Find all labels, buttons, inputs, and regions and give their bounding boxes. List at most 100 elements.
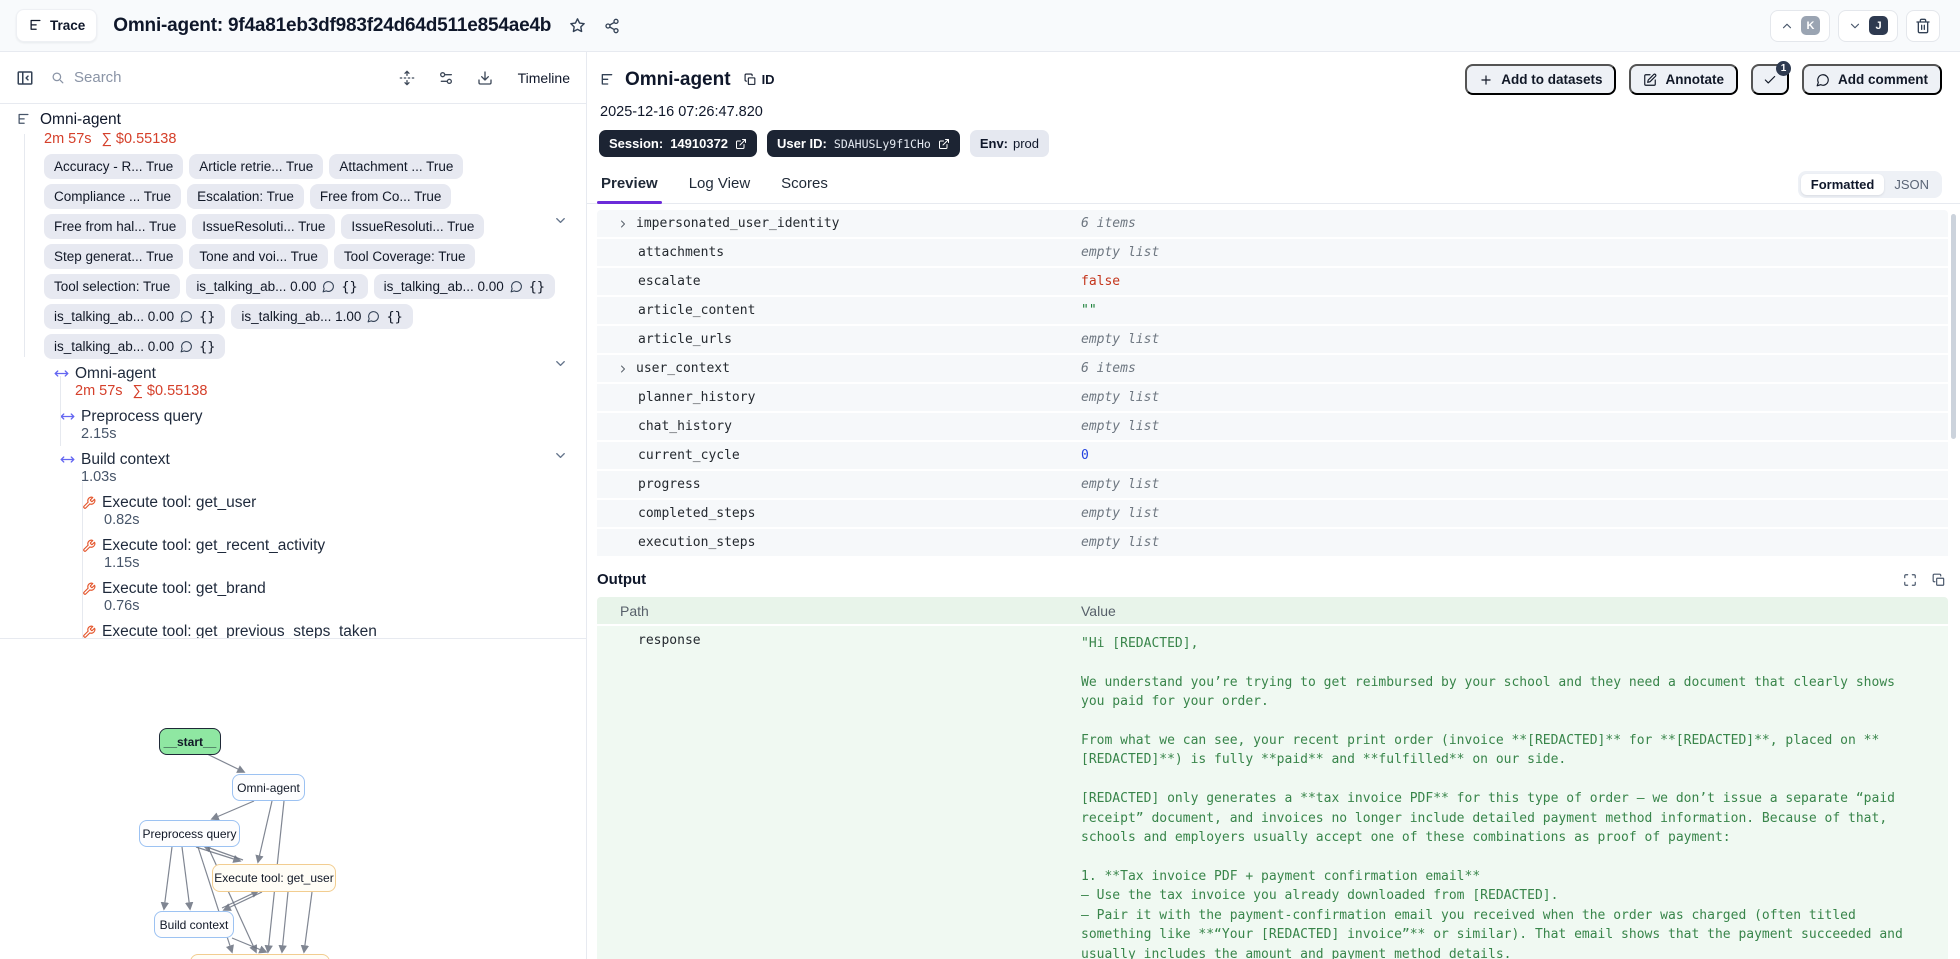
score-badge-row: Accuracy - R... True Article retrie... Tr…	[44, 154, 586, 179]
score-badge[interactable]: is_talking_ab... 1.00 {}	[231, 304, 413, 329]
score-badge[interactable]: Step generat... True	[44, 244, 184, 269]
kv-row[interactable]: impersonated_user_identity 6 items	[597, 210, 1948, 239]
tree-span-item[interactable]: Execute tool: get_user 0.82s	[16, 493, 586, 529]
filter-settings-icon[interactable]	[438, 70, 454, 86]
tree-span-row[interactable]: Execute tool: get_brand	[82, 579, 586, 598]
tree-span-row[interactable]: Build context	[60, 450, 586, 469]
tree-root-row[interactable]: Omni-agent	[16, 110, 586, 129]
tree-span-row[interactable]: Execute tool: get_recent_activity	[82, 536, 586, 555]
kv-key-text: progress	[638, 477, 701, 492]
graph-node-preprocess-query[interactable]: Preprocess query	[139, 820, 240, 847]
add-comment-label: Add comment	[1837, 72, 1928, 87]
collapse-chevron-icon[interactable]	[553, 448, 568, 463]
copy-id-button[interactable]: ID	[744, 72, 775, 87]
preview-scroll-area[interactable]: impersonated_user_identity 6 items attachm…	[587, 204, 1960, 959]
tree-span-item[interactable]: Build context 1.03s	[16, 450, 586, 486]
navigate-up-button[interactable]: K	[1770, 9, 1830, 42]
graph-node-execute-tool-get-user[interactable]: Execute tool: get_user	[212, 864, 336, 892]
score-badge[interactable]: Compliance ... True	[44, 184, 182, 209]
wrench-icon	[82, 625, 96, 639]
download-icon[interactable]	[477, 70, 493, 86]
search-input[interactable]: Search	[50, 69, 122, 86]
tab-preview[interactable]: Preview	[597, 175, 662, 204]
kv-key: chat_history	[597, 419, 1081, 434]
expand-all-icon[interactable]	[399, 70, 415, 86]
id-label: ID	[761, 72, 775, 87]
score-badge-row: is_talking_ab... 0.00{} is_talking_ab... …	[44, 304, 586, 329]
kv-key-text: attachments	[638, 245, 725, 260]
annotation-queue-button[interactable]: 1	[1750, 61, 1791, 95]
trace-title: Omni-agent: 9f4a81eb3df983f24d64d511e854…	[113, 14, 552, 36]
kv-row[interactable]: attachments empty list	[597, 239, 1948, 268]
sidebar-toolbar: Search Timeline	[0, 52, 586, 104]
json-toggle-option[interactable]: JSON	[1884, 174, 1939, 195]
score-badge[interactable]: Accuracy - R... True	[44, 154, 184, 179]
star-icon[interactable]	[569, 17, 586, 34]
output-response-row[interactable]: response "Hi [REDACTED], We understand y…	[597, 626, 1948, 959]
tab-scores[interactable]: Scores	[779, 175, 830, 203]
annotate-button[interactable]: Annotate	[1629, 64, 1738, 95]
score-badge[interactable]: Escalation: True	[187, 184, 304, 209]
tab-log-view[interactable]: Log View	[687, 175, 752, 203]
add-to-datasets-button[interactable]: Add to datasets	[1465, 64, 1617, 95]
comment-icon	[510, 280, 523, 293]
score-badge[interactable]: Article retrie... True	[189, 154, 324, 179]
kv-row[interactable]: progress empty list	[597, 471, 1948, 500]
tree-span-item[interactable]: Execute tool: get_brand 0.76s	[16, 579, 586, 615]
tree-guide-line	[60, 376, 61, 446]
navigate-down-button[interactable]: J	[1838, 9, 1898, 42]
graph-node[interactable]	[190, 954, 330, 959]
scrollbar-thumb[interactable]	[1951, 214, 1956, 439]
tree-span-item[interactable]: Omni-agent 2m 57s ∑ $0.55138	[16, 364, 586, 400]
tree-span-row[interactable]: Execute tool: get_user	[82, 493, 586, 512]
formatted-toggle-option[interactable]: Formatted	[1800, 174, 1885, 195]
score-badge-text: Article retrie... True	[199, 159, 314, 174]
tree-span-row[interactable]: Execute tool: get_previous_steps_taken	[82, 622, 586, 639]
kv-row[interactable]: planner_history empty list	[597, 384, 1948, 413]
score-badge[interactable]: is_talking_ab... 0.00 {}	[44, 304, 226, 329]
session-badge[interactable]: Session: 14910372	[599, 130, 758, 157]
expand-icon[interactable]	[1903, 573, 1917, 587]
chevron-right-icon[interactable]	[617, 363, 629, 375]
score-badge[interactable]: Tool Coverage: True	[333, 244, 476, 269]
score-badge[interactable]: is_talking_ab... 0.00 {}	[186, 274, 368, 299]
user-id-badge[interactable]: User ID: SDAHUSLy9f1CHo	[767, 130, 960, 157]
graph-node-build-context[interactable]: Build context	[154, 911, 234, 938]
tree-span-label: Execute tool: get_previous_steps_taken	[102, 622, 377, 639]
tree-span-item[interactable]: Execute tool: get_recent_activity 1.15s	[16, 536, 586, 572]
collapse-panel-icon[interactable]	[16, 69, 34, 87]
chevron-right-icon[interactable]	[617, 218, 629, 230]
score-badge[interactable]: IssueResoluti... True	[192, 214, 336, 239]
kv-row[interactable]: current_cycle 0	[597, 442, 1948, 471]
graph-node--start-[interactable]: __start__	[159, 728, 221, 755]
graph-node-omni-agent[interactable]: Omni-agent	[232, 774, 305, 801]
score-badge[interactable]: Attachment ... True	[329, 154, 464, 179]
score-badge[interactable]: Tone and voi... True	[189, 244, 328, 269]
tree-span-row[interactable]: Omni-agent	[54, 364, 586, 383]
delete-trace-button[interactable]	[1906, 9, 1940, 42]
add-comment-button[interactable]: Add comment	[1801, 64, 1942, 95]
tree-span-item[interactable]: Preprocess query 2.15s	[16, 407, 586, 443]
timeline-toggle[interactable]: Timeline	[518, 70, 570, 86]
score-badge[interactable]: Free from hal... True	[44, 214, 187, 239]
kv-row[interactable]: escalate false	[597, 268, 1948, 297]
kv-row[interactable]: article_urls empty list	[597, 326, 1948, 355]
score-badge[interactable]: IssueResoluti... True	[341, 214, 485, 239]
score-badge[interactable]: is_talking_ab... 0.00 {}	[373, 274, 556, 299]
score-badge-text: Attachment ... True	[339, 159, 454, 174]
score-badge[interactable]: Tool selection: True	[44, 274, 181, 299]
kv-row[interactable]: article_content ""	[597, 297, 1948, 326]
collapse-chevron-icon[interactable]	[553, 213, 568, 228]
kv-row[interactable]: chat_history empty list	[597, 413, 1948, 442]
score-badge[interactable]: is_talking_ab... 0.00 {}	[44, 334, 226, 359]
tree-span-item[interactable]: Execute tool: get_previous_steps_taken1.…	[16, 622, 586, 639]
kv-row[interactable]: completed_steps empty list	[597, 500, 1948, 529]
kv-row[interactable]: execution_steps empty list	[597, 529, 1948, 558]
share-icon[interactable]	[604, 18, 620, 34]
kv-row[interactable]: user_context 6 items	[597, 355, 1948, 384]
kv-value: empty list	[1081, 506, 1160, 521]
score-badge[interactable]: Free from Co... True	[309, 184, 452, 209]
tree-span-row[interactable]: Preprocess query	[60, 407, 586, 426]
collapse-chevron-icon[interactable]	[553, 356, 568, 371]
copy-icon[interactable]	[1932, 573, 1946, 587]
